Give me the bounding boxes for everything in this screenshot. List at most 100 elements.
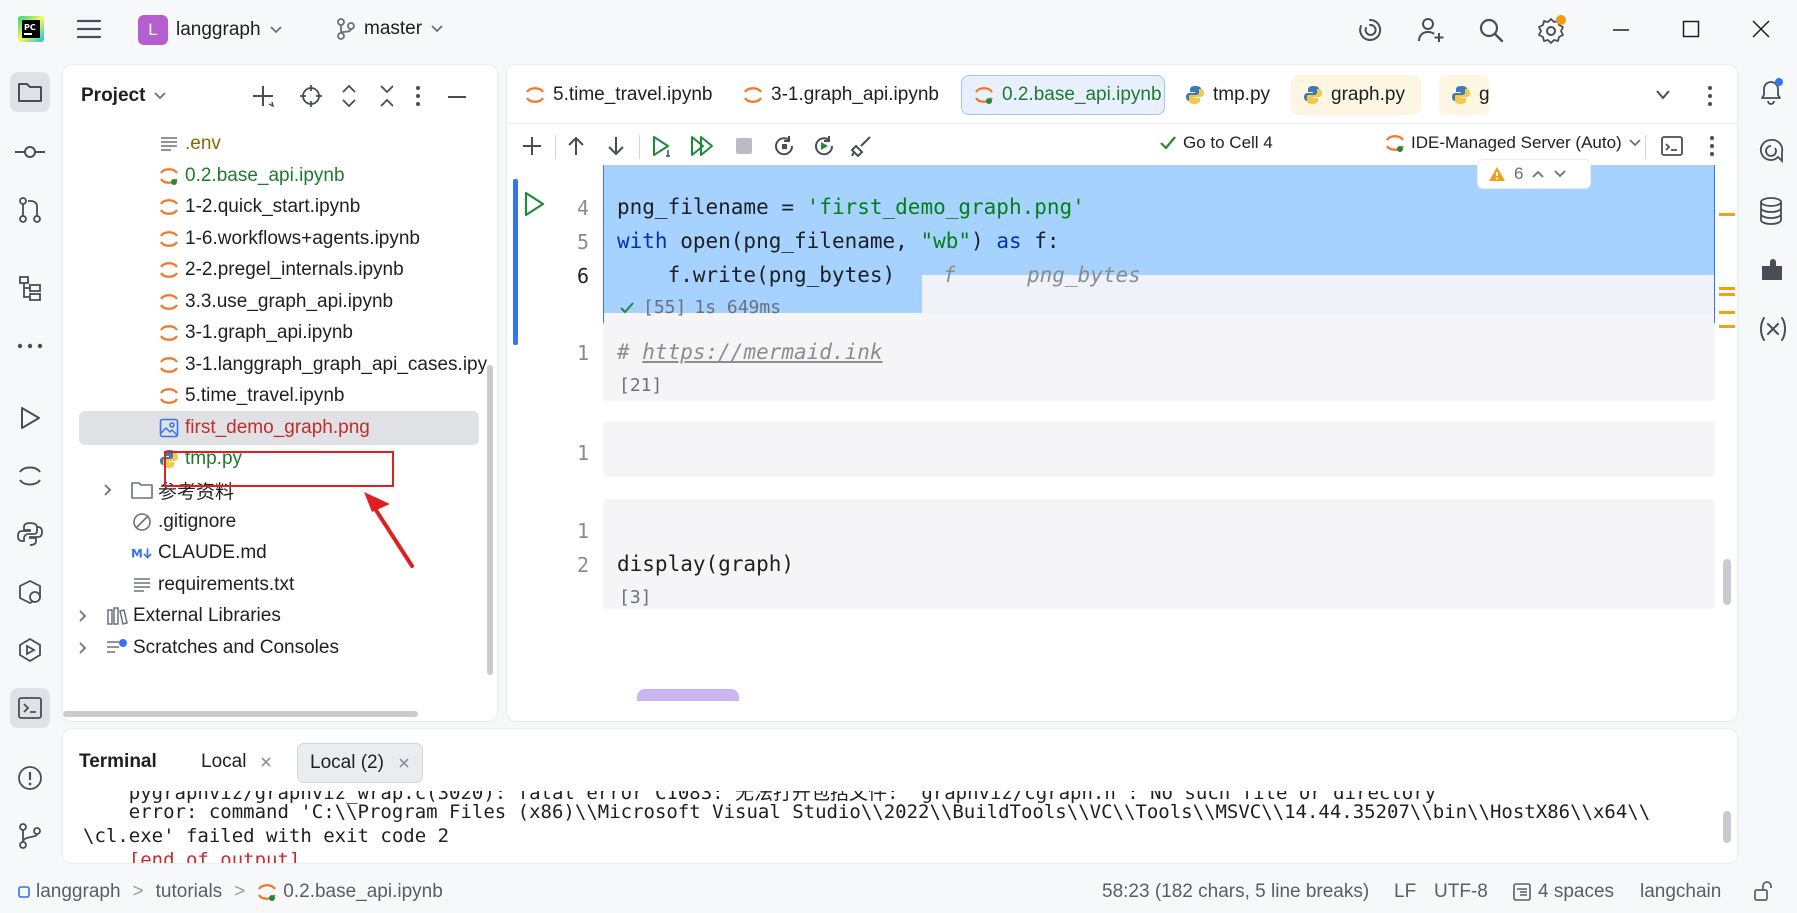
stop-icon[interactable] (729, 131, 759, 161)
tree-item[interactable]: 2-2.pregel_internals.ipynb (63, 253, 497, 287)
options-menu-icon[interactable] (415, 85, 421, 107)
add-cell-icon[interactable] (517, 131, 547, 161)
server-selector[interactable]: IDE-Managed Server (Auto) (1385, 133, 1642, 153)
project-view-selector[interactable]: Project (81, 85, 167, 107)
close-tab-icon[interactable] (260, 756, 272, 768)
warning-marker[interactable] (1719, 213, 1735, 216)
structure-icon[interactable] (10, 268, 50, 308)
chevron-right-icon[interactable] (78, 641, 88, 655)
warning-marker[interactable] (1719, 293, 1735, 296)
run-cell-gutter-icon[interactable] (523, 191, 545, 217)
tree-item[interactable]: M CLAUDE.md (63, 536, 497, 570)
search-icon[interactable] (1477, 16, 1505, 44)
restart-run-all-icon[interactable] (809, 131, 839, 161)
editor-tab[interactable]: graph.py (1291, 75, 1421, 115)
indent-setting[interactable]: 4 spaces (1512, 881, 1614, 903)
expand-all-icon[interactable] (339, 83, 359, 109)
warning-marker[interactable] (1719, 287, 1735, 290)
restart-kernel-icon[interactable] (769, 131, 799, 161)
code-cell-empty[interactable] (603, 421, 1715, 477)
warning-marker[interactable] (1719, 311, 1735, 314)
project-folder-icon[interactable] (10, 72, 50, 112)
file-encoding[interactable]: UTF-8 (1434, 881, 1488, 903)
breadcrumb-item[interactable]: langgraph (36, 881, 121, 903)
add-user-icon[interactable] (1416, 15, 1446, 45)
plugin-icon[interactable] (1758, 256, 1786, 284)
notebook-options-icon[interactable] (1697, 131, 1727, 161)
editor-tab[interactable]: tmp.py (1173, 75, 1282, 115)
branch-switcher[interactable]: master (336, 18, 444, 40)
breadcrumb-item[interactable]: tutorials (156, 881, 223, 903)
notifications-bell-icon[interactable] (1756, 76, 1786, 106)
tree-item[interactable]: .gitignore (63, 505, 497, 539)
commit-icon[interactable] (10, 132, 50, 172)
problems-icon[interactable] (10, 758, 50, 798)
move-cell-down-icon[interactable] (601, 131, 631, 161)
clear-outputs-icon[interactable] (847, 131, 877, 161)
go-to-cell-button[interactable]: Go to Cell 4 (1159, 133, 1273, 153)
python-interpreter[interactable]: langchain (1640, 881, 1721, 903)
main-menu-icon[interactable] (76, 18, 102, 40)
code-cell-selected[interactable] (603, 165, 1715, 347)
python-console-icon[interactable] (10, 514, 50, 554)
code-line-6[interactable]: f.write(png_bytes) (617, 263, 896, 287)
editor-vertical-scrollbar[interactable] (1723, 559, 1731, 605)
read-only-lock-icon[interactable] (1752, 881, 1774, 901)
chevron-right-icon[interactable] (78, 609, 88, 623)
ai-assistant-icon[interactable] (1356, 16, 1384, 44)
code-line-5[interactable]: with open(png_filename, "wb") as f: (617, 229, 1060, 253)
tree-horizontal-scrollbar[interactable] (63, 711, 418, 717)
close-window-icon[interactable] (1752, 20, 1770, 38)
maximize-icon[interactable] (1682, 20, 1700, 38)
collapse-all-icon[interactable] (377, 83, 397, 109)
chevron-down-icon[interactable] (1553, 169, 1567, 179)
database-icon[interactable] (1758, 196, 1784, 226)
tree-item[interactable]: Scratches and Consoles (63, 631, 497, 665)
terminal-scrollbar[interactable] (1723, 811, 1731, 843)
project-switcher[interactable]: L langgraph (138, 15, 283, 45)
editor-tab[interactable]: g (1439, 75, 1489, 115)
tree-item[interactable]: .env (63, 127, 497, 161)
warning-marker[interactable] (1719, 325, 1735, 328)
open-in-browser-icon[interactable] (1657, 131, 1687, 161)
run-icon[interactable] (10, 398, 50, 438)
terminal-icon[interactable] (10, 688, 50, 728)
editor-options-icon[interactable] (1707, 85, 1713, 107)
editor-tab[interactable]: 3-1.graph_api.ipynb (731, 75, 951, 115)
line-separator[interactable]: LF (1394, 881, 1416, 903)
terminal-output[interactable]: pygraphviz/graphviz_wrap.c(3020): fatal … (63, 791, 1737, 863)
pycharm-logo-icon[interactable]: PC (18, 16, 44, 42)
variables-icon[interactable] (1758, 316, 1788, 342)
tree-item[interactable]: 3.3.use_graph_api.ipynb (63, 285, 497, 319)
editor-tab[interactable]: 5.time_travel.ipynb (513, 75, 724, 115)
jupyter-icon[interactable] (10, 456, 50, 496)
ai-chat-icon[interactable] (1756, 136, 1786, 166)
tabs-overflow-icon[interactable] (1655, 89, 1671, 101)
editor-tab[interactable]: 0.2.base_api.ipynb (961, 75, 1165, 115)
tree-item[interactable]: 0.2.base_api.ipynb (63, 159, 497, 193)
tree-item[interactable]: first_demo_graph.png (79, 411, 479, 445)
add-file-icon[interactable] (251, 84, 275, 108)
tree-item[interactable]: 3-1.graph_api.ipynb (63, 316, 497, 350)
tree-item[interactable]: 5.time_travel.ipynb (63, 379, 497, 413)
terminal-tab-local-2[interactable]: Local (2) (297, 743, 423, 783)
version-control-icon[interactable] (10, 816, 50, 856)
terminal-tab-local[interactable]: Local (189, 743, 284, 781)
python-packages-icon[interactable] (10, 572, 50, 612)
tree-vertical-scrollbar[interactable] (487, 365, 493, 675)
chevron-right-icon[interactable] (103, 483, 113, 497)
tree-item[interactable]: 3-1.langgraph_graph_api_cases.ipy (63, 348, 497, 382)
run-all-icon[interactable] (687, 131, 717, 161)
settings-gear-icon[interactable] (1536, 14, 1568, 46)
tree-item[interactable]: requirements.txt (63, 568, 497, 602)
hide-panel-icon[interactable] (447, 95, 467, 99)
tree-item[interactable]: 1-6.workflows+agents.ipynb (63, 222, 497, 256)
caret-position[interactable]: 58:23 (182 chars, 5 line breaks) (1102, 881, 1369, 903)
minimize-icon[interactable] (1612, 28, 1630, 32)
code-line-comment[interactable]: # https://mermaid.ink (617, 340, 883, 364)
inspections-widget[interactable]: 6 (1477, 159, 1591, 189)
comment-link[interactable]: https://mermaid.ink (642, 340, 882, 364)
code-line-display[interactable]: display(graph) (617, 552, 794, 576)
pull-request-icon[interactable] (10, 190, 50, 230)
services-icon[interactable] (10, 630, 50, 670)
